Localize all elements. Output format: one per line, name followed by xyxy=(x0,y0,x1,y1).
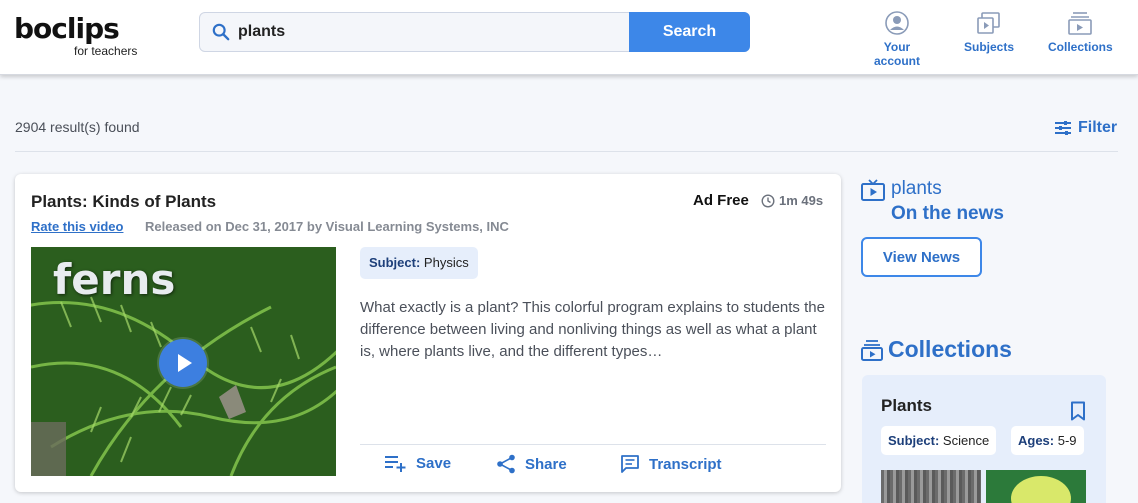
play-icon xyxy=(178,354,192,372)
collection-name: Plants xyxy=(881,396,933,415)
nav-subjects[interactable]: Subjects xyxy=(960,10,1018,54)
nav-your-account[interactable]: Your account xyxy=(860,10,934,68)
boclips-logo[interactable]: boclips for teachers xyxy=(14,12,137,59)
nav-label: Subjects xyxy=(963,40,1014,54)
ad-free-label: Ad Free xyxy=(693,192,749,209)
news-query: plants xyxy=(891,178,942,199)
transcript-label: Transcript xyxy=(649,455,722,473)
collection-subject-tag[interactable]: Subject: Science xyxy=(881,426,997,455)
duration-text: 1m 49s xyxy=(779,193,824,208)
share-icon xyxy=(497,454,515,474)
subject-value: Physics xyxy=(423,255,469,270)
transcript-icon xyxy=(621,455,639,473)
transcript-button[interactable]: Transcript xyxy=(620,454,722,474)
view-news-button[interactable]: View News xyxy=(861,237,982,277)
collections-heading: Collections xyxy=(861,336,1012,363)
tag-value: 5-9 xyxy=(1057,433,1077,448)
video-title[interactable]: Plants: Kinds of Plants xyxy=(31,192,216,212)
rate-video-link[interactable]: Rate this video xyxy=(31,219,123,234)
clock-icon xyxy=(761,193,775,208)
results-count: 2904 result(s) found xyxy=(15,119,140,135)
nav-collections[interactable]: Collections xyxy=(1048,10,1113,54)
search-icon xyxy=(212,23,230,41)
share-button[interactable]: Share xyxy=(496,454,567,474)
release-info: Released on Dec 31, 2017 by Visual Learn… xyxy=(145,219,509,234)
tag-value: Science xyxy=(942,433,990,448)
tag-key: Ages: xyxy=(1018,433,1055,448)
video-card[interactable]: Plants: Kinds of Plants Ad Free 1m 49s R… xyxy=(15,174,841,492)
video-thumbnail[interactable]: ferns xyxy=(31,247,336,476)
search-button[interactable]: Search xyxy=(629,12,750,52)
divider xyxy=(15,151,1118,152)
logo-wordmark: boclips xyxy=(14,12,120,45)
subject-key: Subject: xyxy=(369,255,421,270)
collections-heading-text: Collections xyxy=(888,336,1012,362)
collection-thumbnail xyxy=(986,470,1086,503)
play-button[interactable] xyxy=(159,339,207,387)
filter-label: Filter xyxy=(1078,119,1118,136)
collections-icon xyxy=(861,339,883,361)
top-header: boclips for teachers Search Your account… xyxy=(0,0,1138,75)
save-button[interactable]: Save xyxy=(385,454,451,472)
share-label: Share xyxy=(525,455,567,473)
news-subtitle: On the news xyxy=(891,203,1004,224)
duration: 1m 49s xyxy=(761,193,823,208)
collection-card[interactable]: Plants Subject: Science Ages: 5-9 xyxy=(862,375,1106,503)
search-input[interactable] xyxy=(238,13,628,51)
save-label: Save xyxy=(416,454,452,472)
bookmark-icon[interactable] xyxy=(1070,401,1086,421)
playlist-add-icon xyxy=(385,456,406,472)
subject-badge[interactable]: Subject: Physics xyxy=(360,247,478,279)
news-tv-icon xyxy=(861,179,885,201)
filter-button[interactable]: Filter xyxy=(1055,119,1117,137)
account-icon xyxy=(885,11,909,35)
search-bar: Search xyxy=(199,12,750,52)
filter-icon xyxy=(1055,121,1071,135)
thumbnail-caption: ferns xyxy=(53,255,176,304)
tag-key: Subject: xyxy=(888,433,940,448)
collections-icon xyxy=(1068,12,1092,35)
collection-thumbnail xyxy=(881,470,981,503)
nav-label: Your account xyxy=(873,40,920,68)
actions-divider xyxy=(360,444,826,445)
collection-ages-tag[interactable]: Ages: 5-9 xyxy=(1011,426,1084,455)
nav-label: Collections xyxy=(1048,40,1113,54)
subjects-icon xyxy=(977,12,1000,34)
video-description: What exactly is a plant? This colorful p… xyxy=(360,299,825,360)
logo-tagline: for teachers xyxy=(74,44,138,58)
